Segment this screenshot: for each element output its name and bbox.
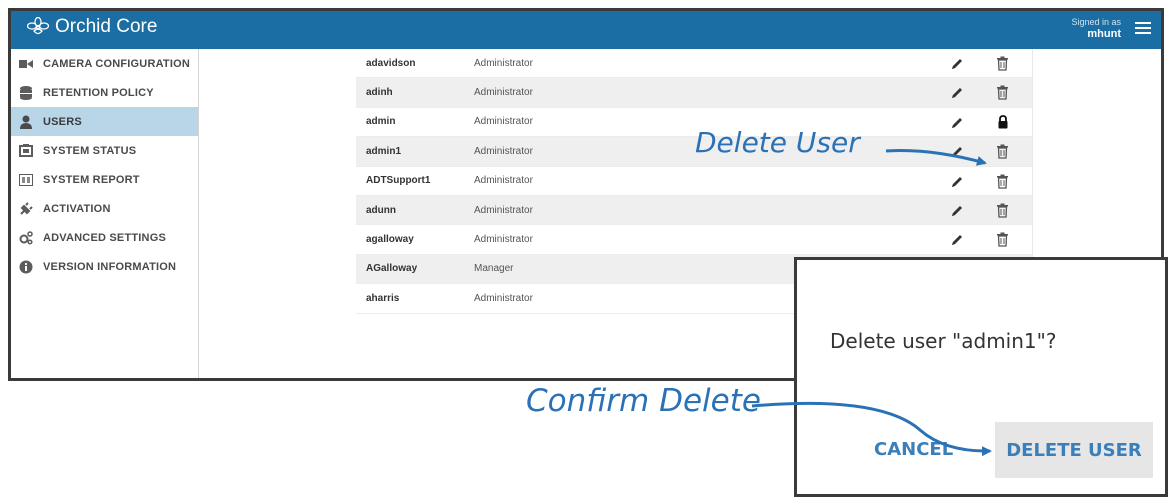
gears-icon (19, 230, 33, 245)
user-role-cell: Administrator (474, 234, 533, 246)
lock-icon (997, 114, 1009, 129)
database-icon (19, 85, 33, 100)
delete-trash-icon[interactable] (996, 56, 1009, 71)
sidebar-item-users[interactable]: USERS (11, 107, 198, 136)
sidebar-item-version-information[interactable]: VERSION INFORMATION (11, 252, 198, 281)
user-role-cell: Administrator (474, 57, 533, 69)
plug-icon (19, 201, 33, 216)
delete-trash-icon[interactable] (996, 85, 1009, 101)
edit-pencil-icon[interactable] (950, 116, 964, 130)
sidebar-item-retention-policy[interactable]: RETENTION POLICY (11, 78, 198, 107)
delete-trash-icon[interactable] (996, 174, 1009, 189)
user-name-cell: AGalloway (366, 263, 418, 275)
user-name-cell: agalloway (366, 234, 414, 246)
sidebar-item-system-report[interactable]: SYSTEM REPORT (11, 165, 198, 194)
signed-in-info: Signed in as mhunt (1071, 16, 1121, 40)
info-icon (19, 260, 33, 274)
user-icon (19, 115, 33, 129)
table-row[interactable]: adunn Administrator (356, 195, 1032, 226)
brand[interactable]: Orchid Core (27, 16, 157, 38)
sidebar-item-label: VERSION INFORMATION (43, 260, 177, 273)
sidebar-item-label: ADVANCED SETTINGS (43, 231, 166, 244)
sidebar-item-system-status[interactable]: SYSTEM STATUS (11, 136, 198, 165)
user-role-cell: Administrator (474, 87, 533, 99)
delete-trash-icon[interactable] (996, 232, 1009, 247)
orchid-logo-icon (27, 17, 49, 35)
user-name-cell: admin (366, 116, 396, 128)
edit-pencil-icon[interactable] (950, 86, 964, 100)
hamburger-menu-icon[interactable] (1135, 22, 1151, 36)
delete-trash-icon[interactable] (996, 203, 1009, 218)
edit-pencil-icon[interactable] (950, 175, 964, 189)
delete-user-dialog: Delete user "admin1"? CANCEL DELETE USER (794, 257, 1168, 497)
cancel-button[interactable]: CANCEL (874, 439, 953, 460)
table-row[interactable]: admin1 Administrator (356, 137, 1032, 167)
user-name-cell: adinh (366, 87, 393, 99)
annotation-delete-user: Delete User (695, 126, 860, 159)
sidebar-item-label: ACTIVATION (43, 202, 111, 215)
user-role-cell: Manager (474, 263, 514, 275)
video-camera-icon (19, 57, 33, 71)
user-role-cell: Administrator (474, 292, 533, 304)
annotation-confirm-delete: Confirm Delete (526, 383, 761, 419)
sidebar-item-advanced-settings[interactable]: ADVANCED SETTINGS (11, 223, 198, 252)
user-role-cell: Administrator (474, 116, 533, 128)
edit-pencil-icon[interactable] (950, 233, 964, 247)
sidebar-item-label: CAMERA CONFIGURATION (43, 57, 190, 70)
edit-pencil-icon[interactable] (950, 145, 964, 159)
delete-user-button[interactable]: DELETE USER (995, 422, 1153, 478)
sidebar-item-camera-configuration[interactable]: CAMERA CONFIGURATION (11, 49, 198, 78)
table-row[interactable]: adavidson Administrator (356, 49, 1032, 79)
delete-trash-icon[interactable] (996, 144, 1009, 159)
user-role-cell: Administrator (474, 145, 533, 157)
signed-in-label: Signed in as (1071, 17, 1121, 27)
table-row[interactable]: agalloway Administrator (356, 225, 1032, 255)
sidebar-item-label: RETENTION POLICY (43, 86, 154, 99)
table-row[interactable]: admin Administrator (356, 108, 1032, 138)
edit-pencil-icon[interactable] (950, 204, 964, 218)
table-row[interactable]: adinh Administrator (356, 78, 1032, 108)
user-name-cell: adunn (366, 204, 396, 216)
report-icon (19, 173, 33, 187)
status-monitor-icon (19, 143, 33, 158)
user-role-cell: Administrator (474, 204, 533, 216)
sidebar: CAMERA CONFIGURATION RETENTION POLICY US… (11, 49, 199, 378)
sidebar-item-label: SYSTEM REPORT (43, 173, 140, 186)
table-row[interactable]: ADTSupport1 Administrator (356, 167, 1032, 196)
user-name-cell: adavidson (366, 57, 416, 69)
user-name-cell: aharris (366, 292, 400, 304)
dialog-message: Delete user "admin1"? (830, 329, 1057, 353)
user-name-cell: ADTSupport1 (366, 175, 431, 187)
user-name-cell: admin1 (366, 145, 402, 157)
signed-in-username: mhunt (1087, 28, 1121, 40)
sidebar-item-activation[interactable]: ACTIVATION (11, 194, 198, 223)
brand-name: Orchid Core (55, 16, 158, 37)
sidebar-item-label: SYSTEM STATUS (43, 144, 137, 157)
sidebar-item-label: USERS (43, 115, 82, 128)
user-role-cell: Administrator (474, 175, 533, 187)
top-bar: Orchid Core Signed in as mhunt (11, 11, 1161, 49)
edit-pencil-icon[interactable] (950, 57, 964, 71)
